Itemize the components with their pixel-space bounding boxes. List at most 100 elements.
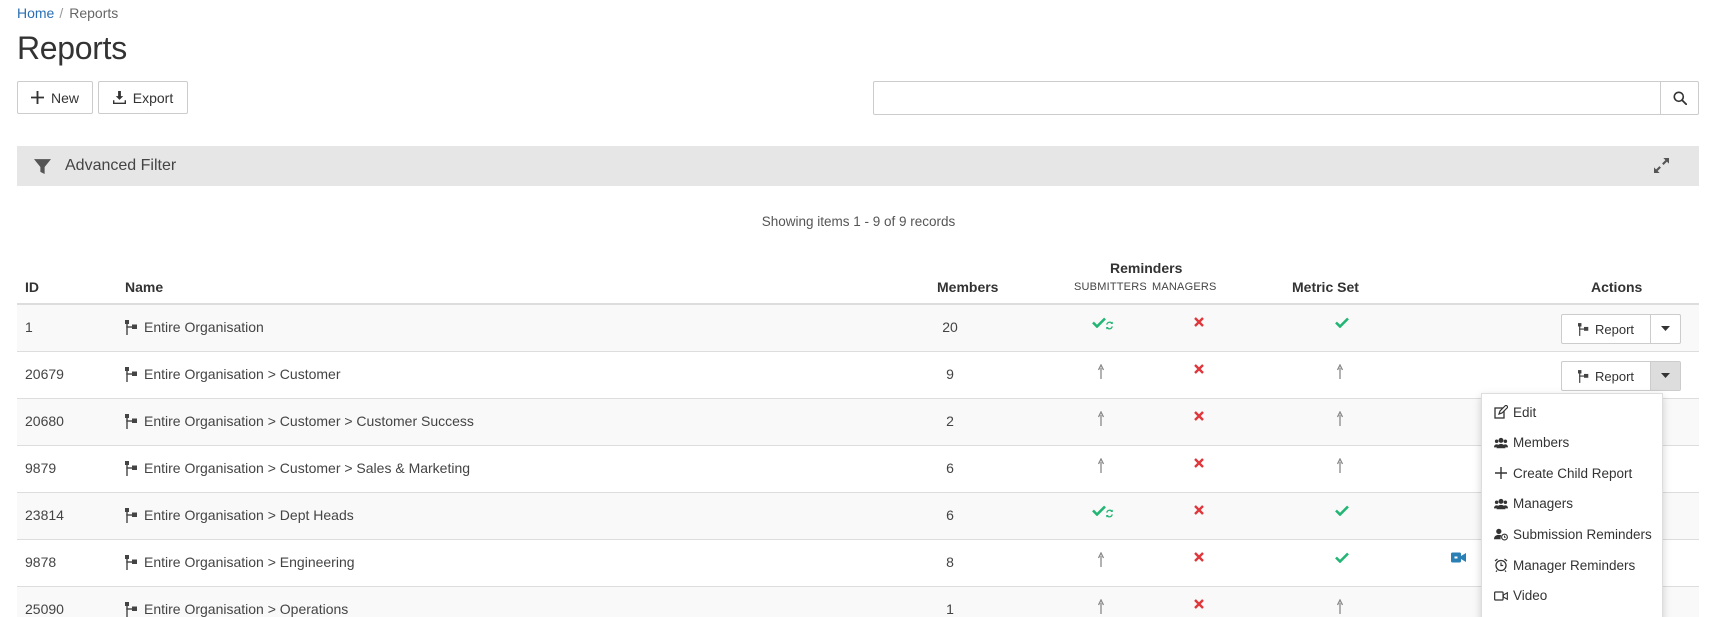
row-name[interactable]: Entire Organisation > Engineering — [125, 553, 355, 571]
check-icon — [1335, 317, 1349, 328]
long-arrow-up-icon — [1337, 364, 1344, 379]
long-arrow-up-icon — [1337, 599, 1344, 614]
cross-icon — [1194, 505, 1204, 515]
hierarchy-icon — [125, 460, 137, 476]
users-icon — [1494, 436, 1508, 450]
dropdown-item-label: Members — [1513, 435, 1570, 451]
row-name-text: Entire Organisation > Customer > Custome… — [144, 413, 474, 429]
row-metric-status — [1322, 599, 1362, 615]
row-submitters-status — [1083, 599, 1123, 615]
row-name[interactable]: Entire Organisation > Operations — [125, 600, 348, 617]
check-refresh-icon — [1092, 505, 1114, 518]
table-row[interactable]: 9879 Entire Organisation > Customer > Sa… — [17, 446, 1699, 493]
check-icon — [1335, 505, 1349, 516]
cross-icon — [1194, 317, 1204, 327]
row-members: 1 — [946, 601, 954, 617]
table-row[interactable]: 20679 Entire Organisation > Customer 9 R… — [17, 352, 1699, 399]
new-button-label: New — [50, 89, 79, 106]
row-video-slot[interactable] — [1438, 552, 1478, 563]
column-header-members[interactable]: Members — [937, 279, 998, 295]
report-button-label: Report — [1594, 368, 1635, 384]
row-name-text: Entire Organisation > Customer — [144, 366, 341, 382]
breadcrumb-home-link[interactable]: Home — [17, 5, 54, 21]
row-managers-status — [1179, 458, 1219, 468]
hierarchy-icon — [125, 601, 137, 617]
dropdown-item-edit[interactable]: Edit — [1494, 402, 1536, 422]
long-arrow-up-icon — [1337, 411, 1344, 426]
hierarchy-icon — [125, 366, 137, 382]
column-header-name[interactable]: Name — [125, 279, 163, 295]
export-button-label: Export — [132, 89, 174, 106]
advanced-filter-bar[interactable]: Advanced Filter — [17, 146, 1699, 186]
user-clock-icon — [1494, 527, 1508, 541]
alarm-clock-icon — [1494, 558, 1508, 572]
row-id: 25090 — [25, 601, 64, 617]
row-submitters-status — [1083, 364, 1123, 380]
dropdown-item-manager-reminders[interactable]: Manager Reminders — [1494, 555, 1635, 575]
dropdown-item-label: Create Child Report — [1513, 465, 1633, 481]
dropdown-item-create-child-report[interactable]: Create Child Report — [1494, 463, 1632, 483]
export-button[interactable]: Export — [98, 81, 188, 114]
dropdown-item-video[interactable]: Video — [1494, 586, 1547, 606]
dropdown-item-managers[interactable]: Managers — [1494, 494, 1573, 514]
dropdown-item-label: Video — [1513, 588, 1548, 604]
report-dropdown-toggle[interactable] — [1651, 315, 1680, 343]
breadcrumb-separator: / — [59, 5, 64, 21]
edit-icon — [1494, 405, 1508, 419]
dropdown-item-submission-reminders[interactable]: Submission Reminders — [1494, 524, 1652, 544]
column-header-metric-set[interactable]: Metric Set — [1292, 279, 1359, 295]
table-row[interactable]: 23814 Entire Organisation > Dept Heads 6… — [17, 493, 1699, 540]
search-input[interactable] — [874, 82, 1660, 114]
table-row[interactable]: 25090 Entire Organisation > Operations 1… — [17, 587, 1699, 617]
table-row[interactable]: 9878 Entire Organisation > Engineering 8… — [17, 540, 1699, 587]
long-arrow-up-icon — [1098, 364, 1105, 379]
report-split-button: Report — [1561, 361, 1681, 391]
row-name-text: Entire Organisation — [144, 319, 264, 335]
column-header-id[interactable]: ID — [25, 279, 39, 295]
search-button[interactable] — [1660, 82, 1698, 114]
row-name-text: Entire Organisation > Dept Heads — [144, 507, 354, 523]
column-header-managers: MANAGERS — [1152, 281, 1217, 293]
check-icon — [1335, 552, 1349, 563]
table-row[interactable]: 20680 Entire Organisation > Customer > C… — [17, 399, 1699, 446]
row-managers-status — [1179, 505, 1219, 515]
new-button[interactable]: New — [17, 81, 93, 114]
caret-down-icon — [1661, 326, 1670, 331]
row-id: 1 — [25, 319, 33, 335]
cross-icon — [1194, 458, 1204, 468]
breadcrumb: Home / Reports — [17, 4, 118, 22]
report-dropdown-toggle[interactable] — [1651, 362, 1680, 390]
row-managers-status — [1179, 317, 1219, 327]
report-button[interactable]: Report — [1562, 315, 1651, 343]
row-members: 8 — [946, 554, 954, 570]
row-managers-status — [1179, 364, 1219, 374]
cross-icon — [1194, 599, 1204, 609]
row-name-text: Entire Organisation > Customer > Sales &… — [144, 460, 471, 476]
report-button[interactable]: Report — [1562, 362, 1651, 390]
row-name[interactable]: Entire Organisation — [125, 318, 264, 336]
expand-icon[interactable] — [1654, 158, 1669, 173]
cross-icon — [1194, 364, 1204, 374]
column-header-actions: Actions — [1591, 279, 1643, 295]
row-metric-status — [1322, 458, 1362, 474]
row-id: 9878 — [25, 554, 57, 570]
hierarchy-icon — [125, 554, 137, 570]
long-arrow-up-icon — [1098, 458, 1105, 473]
page-title: Reports — [17, 30, 127, 66]
filter-icon — [34, 158, 51, 174]
dropdown-item-members[interactable]: Members — [1494, 433, 1569, 453]
cross-icon — [1194, 411, 1204, 421]
long-arrow-up-icon — [1098, 552, 1105, 567]
row-members: 6 — [946, 507, 954, 523]
table-row[interactable]: 1 Entire Organisation 20 Report — [17, 305, 1699, 352]
row-name[interactable]: Entire Organisation > Customer — [125, 365, 340, 383]
row-name[interactable]: Entire Organisation > Customer > Custome… — [125, 412, 474, 430]
row-name[interactable]: Entire Organisation > Dept Heads — [125, 506, 354, 524]
row-submitters-status — [1083, 458, 1123, 474]
video-icon — [1450, 552, 1466, 563]
row-members: 20 — [942, 319, 958, 335]
row-submitters-status — [1083, 317, 1123, 330]
row-name[interactable]: Entire Organisation > Customer > Sales &… — [125, 459, 470, 477]
report-split-button: Report — [1561, 314, 1681, 344]
download-icon — [112, 91, 126, 104]
